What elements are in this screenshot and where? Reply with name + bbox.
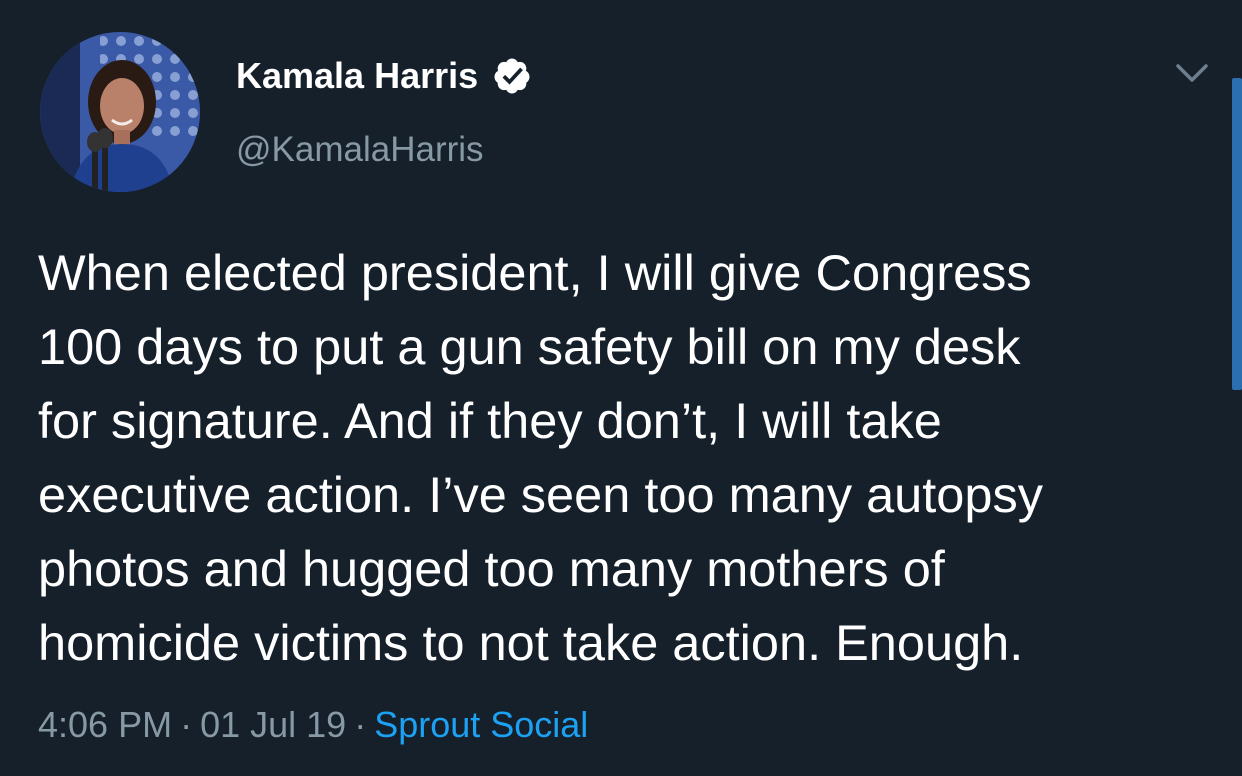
tweet-text-line: homicide victims to not take action. Eno… xyxy=(38,614,1024,671)
tweet-text: When elected president, I will give Cong… xyxy=(38,236,1218,680)
tweet-text-line: executive action. I’ve seen too many aut… xyxy=(38,466,1043,523)
tweet-text-line: When elected president, I will give Cong… xyxy=(38,244,1032,301)
tweet-source-link[interactable]: Sprout Social xyxy=(374,704,588,745)
tweet-text-line: for signature. And if they don’t, I will… xyxy=(38,392,942,449)
tweet-date[interactable]: 01 Jul 19 xyxy=(200,704,346,745)
tweet-text-line: 100 days to put a gun safety bill on my … xyxy=(38,318,1021,375)
user-handle[interactable]: @KamalaHarris xyxy=(236,128,484,172)
verified-badge-icon xyxy=(494,58,530,94)
display-name[interactable]: Kamala Harris xyxy=(236,54,532,98)
separator-dot: · xyxy=(354,704,367,745)
scrollbar[interactable] xyxy=(1232,78,1242,390)
avatar-image xyxy=(40,32,200,192)
chevron-down-icon[interactable] xyxy=(1172,56,1212,92)
tweet-card: Kamala Harris @KamalaHarris When elected… xyxy=(0,0,1242,776)
tweet-metadata: 4:06 PM · 01 Jul 19 · Sprout Social xyxy=(38,700,588,750)
tweet-text-line: photos and hugged too many mothers of xyxy=(38,540,945,597)
separator-dot: · xyxy=(180,704,193,745)
tweet-time[interactable]: 4:06 PM xyxy=(38,704,172,745)
display-name-text: Kamala Harris xyxy=(236,55,479,96)
profile-avatar[interactable] xyxy=(40,32,200,192)
